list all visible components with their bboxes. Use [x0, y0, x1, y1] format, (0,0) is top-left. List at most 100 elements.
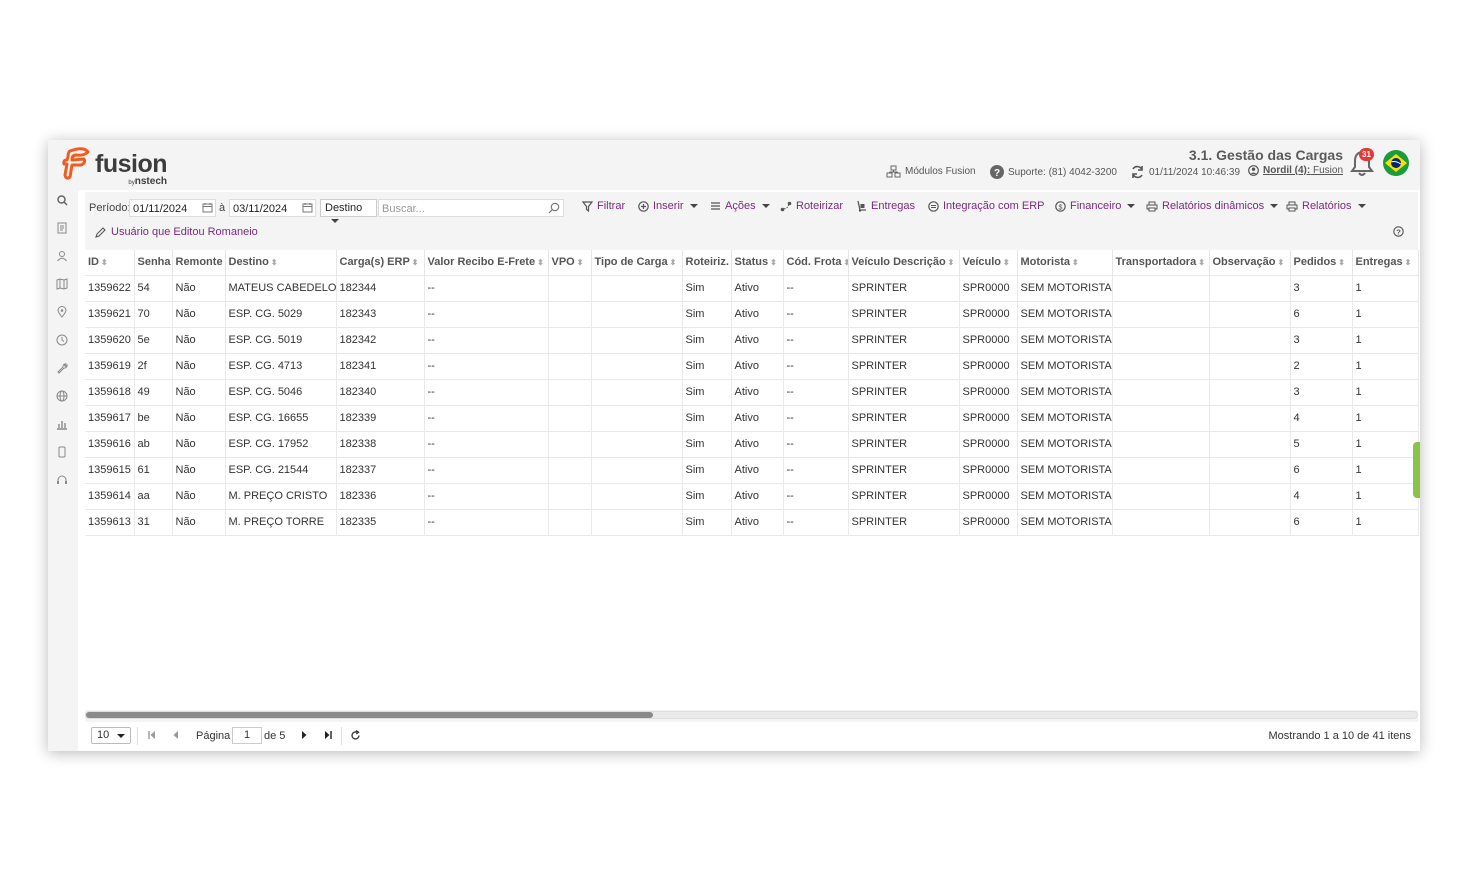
date-to-input[interactable]: 03/11/2024: [229, 199, 316, 217]
refresh-datetime[interactable]: 01/11/2024 10:46:39: [1130, 165, 1240, 179]
column-header[interactable]: Carga(s) ERP ⬍: [336, 250, 425, 275]
location-pin-icon[interactable]: [52, 302, 72, 322]
table-row[interactable]: 1359615 61 Não ESP. CG. 21544 182337 -- Sim Ati…: [85, 456, 1419, 483]
page-label: Página: [196, 730, 231, 742]
brazil-flag-icon[interactable]: [1383, 150, 1409, 176]
calendar-icon[interactable]: [302, 202, 313, 213]
sort-icon[interactable]: ⬍: [1198, 258, 1205, 267]
column-header[interactable]: Veículo ⬍: [959, 250, 1018, 275]
filter-button[interactable]: Filtrar: [582, 200, 625, 212]
table-row[interactable]: 1359621 70 Não ESP. CG. 5029 182343 -- Sim Ativ…: [85, 300, 1419, 327]
search-icon[interactable]: [548, 202, 560, 214]
column-header[interactable]: Veículo Descrição ⬍: [848, 250, 960, 275]
column-header[interactable]: Entregas ⬍: [1352, 250, 1419, 275]
edited-by-user-link[interactable]: Usuário que Editou Romaneio: [95, 226, 258, 238]
sort-icon[interactable]: ⬍: [770, 258, 777, 267]
chevron-down-icon: [117, 734, 125, 738]
table-cell: Não: [172, 300, 226, 327]
chevron-down-icon: [1127, 204, 1136, 208]
table-cell: 182338: [336, 430, 425, 457]
column-header[interactable]: Valor Recibo E-Frete ⬍: [424, 250, 549, 275]
mobile-icon[interactable]: [52, 442, 72, 462]
sort-icon[interactable]: ⬍: [670, 258, 677, 267]
sort-icon[interactable]: ⬍: [537, 258, 544, 267]
calendar-icon[interactable]: [202, 202, 213, 213]
user-link[interactable]: Nordil (4): Fusion: [1248, 165, 1343, 176]
table-row[interactable]: 1359620 5e Não ESP. CG. 5019 182342 -- Sim Ativ…: [85, 326, 1419, 353]
previous-page-icon[interactable]: [171, 730, 181, 740]
deliveries-button[interactable]: Entregas: [856, 200, 915, 212]
column-header[interactable]: Observação ⬍: [1209, 250, 1291, 275]
sort-icon[interactable]: ⬍: [101, 258, 108, 267]
table-row[interactable]: 1359614 aa Não M. PREÇO CRISTO 182336 -- Sim At…: [85, 482, 1419, 509]
table-row[interactable]: 1359617 be Não ESP. CG. 16655 182339 -- Sim Ati…: [85, 404, 1419, 431]
column-header[interactable]: Tipo de Carga ⬍: [591, 250, 683, 275]
document-icon[interactable]: [52, 218, 72, 238]
logo[interactable]: fusion bynstech: [62, 144, 168, 187]
support-info[interactable]: ? Suporte: (81) 4042-3200: [990, 165, 1117, 179]
actions-button[interactable]: Ações: [710, 200, 770, 212]
route-button[interactable]: Roteirizar: [780, 200, 843, 212]
modules-link[interactable]: Módulos Fusion: [886, 165, 976, 178]
users-icon[interactable]: [52, 246, 72, 266]
sort-icon[interactable]: ⬍: [412, 258, 419, 267]
table-row[interactable]: 1359613 31 Não M. PREÇO TORRE 182335 -- Sim Ati…: [85, 508, 1419, 536]
sort-icon[interactable]: ⬍: [1338, 258, 1345, 267]
sort-icon[interactable]: ⬍: [577, 258, 584, 267]
headset-icon[interactable]: [52, 470, 72, 490]
sort-icon[interactable]: ⬍: [1277, 258, 1284, 267]
column-header[interactable]: Roteiriz.⬍: [682, 250, 732, 275]
erp-integration-button[interactable]: Integração com ERP: [928, 200, 1045, 212]
dynamic-reports-button[interactable]: Relatórios dinâmicos: [1146, 200, 1279, 212]
date-from-input[interactable]: 01/11/2024: [129, 199, 216, 217]
next-page-icon[interactable]: [299, 730, 309, 740]
sort-icon[interactable]: ⬍: [1405, 258, 1412, 267]
page-size-select[interactable]: 10: [91, 727, 131, 744]
help-circle-icon[interactable]: ?: [1393, 226, 1404, 237]
table-row[interactable]: 1359622 54 Não MATEUS CABEDELO 182344 -- Sim At…: [85, 274, 1419, 301]
globe-icon[interactable]: [52, 386, 72, 406]
search-input[interactable]: Buscar...: [378, 199, 564, 217]
sort-icon[interactable]: ⬍: [1003, 258, 1010, 267]
table-cell: 1: [1352, 430, 1419, 457]
side-panel-tab[interactable]: [1413, 442, 1420, 498]
column-header[interactable]: ID ⬍: [85, 250, 135, 275]
financial-button[interactable]: $ Financeiro: [1055, 200, 1136, 212]
bar-chart-icon[interactable]: [52, 414, 72, 434]
table-cell: 3: [1290, 326, 1353, 353]
sort-icon[interactable]: ⬍: [1072, 258, 1079, 267]
column-header[interactable]: Remonte⬍: [172, 250, 226, 275]
sort-icon[interactable]: ⬍: [844, 258, 848, 267]
reload-icon[interactable]: [350, 730, 361, 741]
first-page-icon[interactable]: [147, 730, 157, 740]
table-row[interactable]: 1359616 ab Não ESP. CG. 17952 182338 -- Sim Ati…: [85, 430, 1419, 457]
map-icon[interactable]: [52, 274, 72, 294]
column-header[interactable]: Status ⬍: [731, 250, 784, 275]
column-header[interactable]: Destino ⬍: [225, 250, 337, 275]
last-page-icon[interactable]: [323, 730, 333, 740]
column-header[interactable]: Motorista ⬍: [1017, 250, 1113, 275]
wrench-icon[interactable]: [52, 358, 72, 378]
scrollbar-thumb[interactable]: [86, 712, 653, 718]
insert-button[interactable]: Inserir: [638, 200, 698, 212]
search-icon[interactable]: [52, 190, 72, 210]
sort-icon[interactable]: ⬍: [271, 258, 278, 267]
clock-icon[interactable]: [52, 330, 72, 350]
table-row[interactable]: 1359618 49 Não ESP. CG. 5046 182340 -- Sim Ativ…: [85, 378, 1419, 405]
sort-icon[interactable]: ⬍: [948, 258, 955, 267]
column-header[interactable]: Transportadora ⬍: [1112, 250, 1210, 275]
filter-field-select[interactable]: Destino: [320, 199, 377, 223]
table-cell: Ativo: [731, 300, 784, 327]
table-cell: ESP. CG. 5019: [225, 326, 337, 353]
column-header[interactable]: Cód. Frota⬍: [783, 250, 849, 275]
table-row[interactable]: 1359619 2f Não ESP. CG. 4713 182341 -- Sim Ativ…: [85, 352, 1419, 379]
column-header[interactable]: Senha⬍: [134, 250, 173, 275]
column-header[interactable]: VPO ⬍: [548, 250, 592, 275]
cargo-table-container: ID⬍Senha⬍Remonte⬍Destino⬍Carga(s) ERP⬍Va…: [85, 250, 1419, 710]
page-number-input[interactable]: 1: [232, 727, 262, 744]
horizontal-scrollbar[interactable]: [85, 711, 1418, 719]
column-header[interactable]: Pedidos ⬍: [1290, 250, 1353, 275]
reports-button[interactable]: Relatórios: [1286, 200, 1366, 212]
table-cell: 182343: [336, 300, 425, 327]
svg-text:$: $: [1059, 204, 1063, 211]
